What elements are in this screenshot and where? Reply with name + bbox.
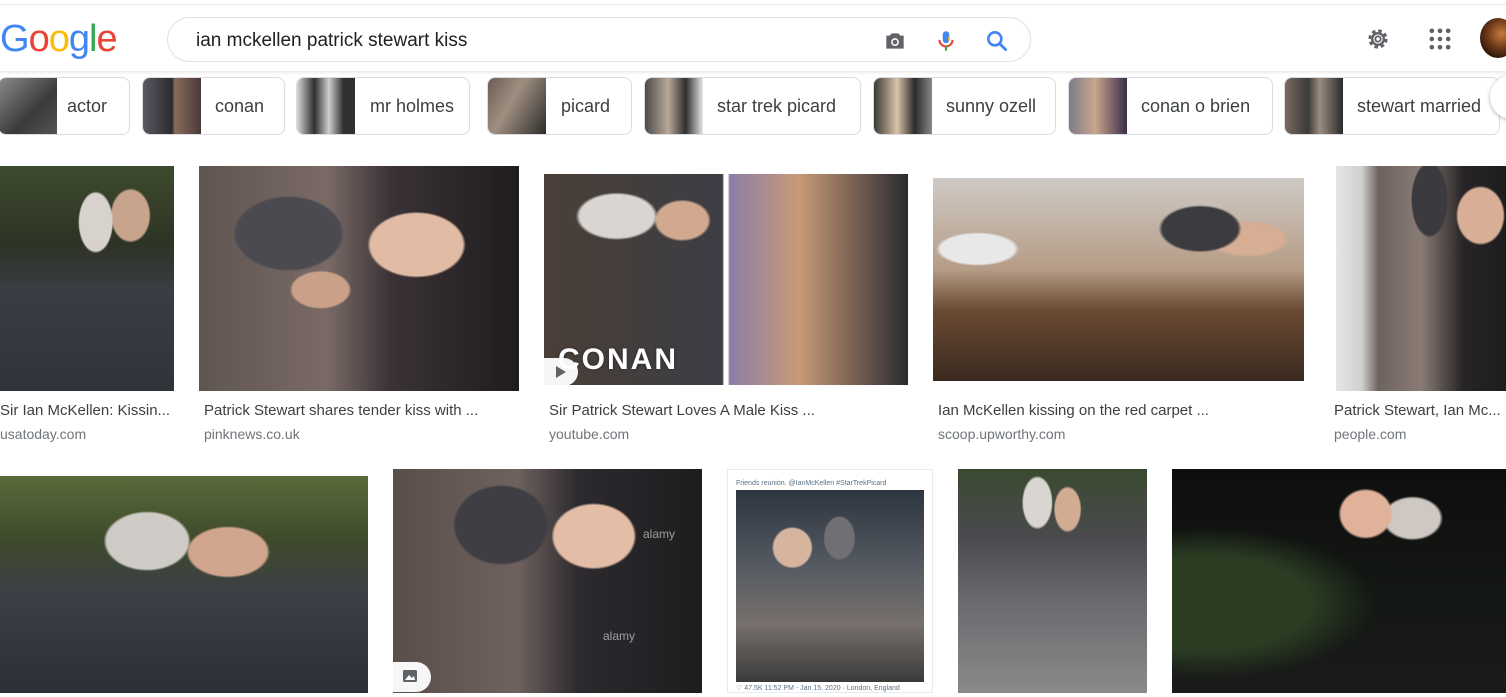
result-image-10[interactable] — [1172, 469, 1506, 693]
chip-label: picard — [561, 96, 611, 116]
chip-label: actor — [67, 96, 108, 116]
settings-gear-icon[interactable] — [1364, 25, 1392, 53]
watermark: alamy — [643, 527, 676, 541]
chip-thumbnail — [1285, 78, 1343, 134]
chip-label: sunny ozell — [946, 96, 1037, 116]
result-source[interactable]: usatoday.com — [0, 426, 86, 442]
related-chips-bar: actor conan mr holmes picard star trek p… — [0, 71, 1506, 147]
chip-thumbnail — [143, 78, 201, 134]
chip-actor[interactable]: actor — [0, 77, 130, 135]
photo — [958, 469, 1147, 693]
search-input[interactable]: ian mckellen patrick stewart kiss — [196, 30, 467, 52]
logo-letter: g — [68, 18, 90, 60]
photo — [0, 166, 174, 391]
chip-sunny-ozell[interactable]: sunny ozell — [873, 77, 1056, 135]
chip-mr-holmes[interactable]: mr holmes — [296, 77, 470, 135]
chip-label: stewart married — [1357, 96, 1482, 116]
logo-letter: e — [96, 18, 117, 60]
result-image-5[interactable] — [1336, 166, 1506, 391]
top-border — [0, 0, 1506, 5]
chip-stewart-married[interactable]: stewart married — [1284, 77, 1500, 135]
play-icon — [556, 366, 566, 378]
watermark: alamy — [603, 629, 636, 643]
apps-grid-icon[interactable] — [1426, 25, 1454, 53]
photo — [1172, 469, 1506, 693]
photo — [0, 476, 368, 693]
camera-icon[interactable] — [882, 28, 908, 54]
chip-label: mr holmes — [370, 96, 455, 116]
tweet-footer: ♡ 47.5K 11:52 PM - Jan 15, 2020 · London… — [736, 685, 900, 692]
chipbar-shadow — [0, 71, 1506, 75]
result-source[interactable]: pinknews.co.uk — [204, 426, 300, 442]
result-image-9[interactable] — [958, 469, 1147, 693]
chip-picard[interactable]: picard — [487, 77, 632, 135]
logo-letter: o — [28, 18, 50, 60]
account-avatar[interactable] — [1480, 18, 1506, 58]
result-source[interactable]: people.com — [1334, 426, 1406, 442]
result-caption[interactable]: Patrick Stewart shares tender kiss with … — [204, 402, 514, 419]
search-icon[interactable] — [984, 28, 1010, 54]
chip-thumbnail — [297, 78, 355, 134]
chip-thumbnail — [0, 78, 57, 134]
image-badge[interactable] — [393, 662, 431, 692]
google-logo[interactable]: Google — [0, 18, 118, 61]
result-caption[interactable]: Patrick Stewart, Ian Mc... — [1334, 402, 1506, 419]
chip-label: star trek picard — [717, 96, 837, 116]
chip-thumbnail — [645, 78, 703, 134]
photo — [933, 178, 1304, 381]
result-image-4[interactable] — [933, 178, 1304, 381]
chip-thumbnail — [874, 78, 932, 134]
result-image-1[interactable] — [0, 166, 174, 391]
logo-letter: o — [48, 18, 70, 60]
logo-letter: G — [0, 18, 30, 60]
logo-letter: l — [88, 18, 98, 60]
chip-star-trek-picard[interactable]: star trek picard — [644, 77, 861, 135]
chip-thumbnail — [488, 78, 546, 134]
tweet-photo — [736, 490, 924, 682]
result-image-7[interactable]: alamy alamy — [393, 469, 702, 693]
chip-thumbnail — [1069, 78, 1127, 134]
chip-label: conan o brien — [1141, 96, 1251, 116]
chip-label: conan — [215, 96, 265, 116]
photo — [199, 166, 519, 391]
chip-conan-o-brien[interactable]: conan o brien — [1068, 77, 1273, 135]
result-image-6[interactable] — [0, 476, 368, 693]
search-box[interactable]: ian mckellen patrick stewart kiss — [167, 17, 1031, 62]
chip-conan[interactable]: conan — [142, 77, 285, 135]
result-image-8[interactable]: Friends reunion. @IanMcKellen #StarTrekP… — [727, 469, 933, 693]
tweet-text: Friends reunion. @IanMcKellen #StarTrekP… — [736, 480, 887, 487]
result-caption[interactable]: Sir Patrick Stewart Loves A Male Kiss ..… — [549, 402, 909, 419]
result-caption[interactable]: Ian McKellen kissing on the red carpet .… — [938, 402, 1304, 419]
mic-icon[interactable] — [933, 28, 959, 54]
result-source[interactable]: youtube.com — [549, 426, 629, 442]
result-source[interactable]: scoop.upworthy.com — [938, 426, 1065, 442]
result-image-2[interactable] — [199, 166, 519, 391]
image-icon — [403, 670, 417, 682]
photo — [393, 469, 702, 693]
result-caption[interactable]: Sir Ian McKellen: Kissin... — [0, 402, 172, 419]
video-play-badge[interactable] — [544, 358, 578, 386]
photo — [1336, 166, 1506, 391]
